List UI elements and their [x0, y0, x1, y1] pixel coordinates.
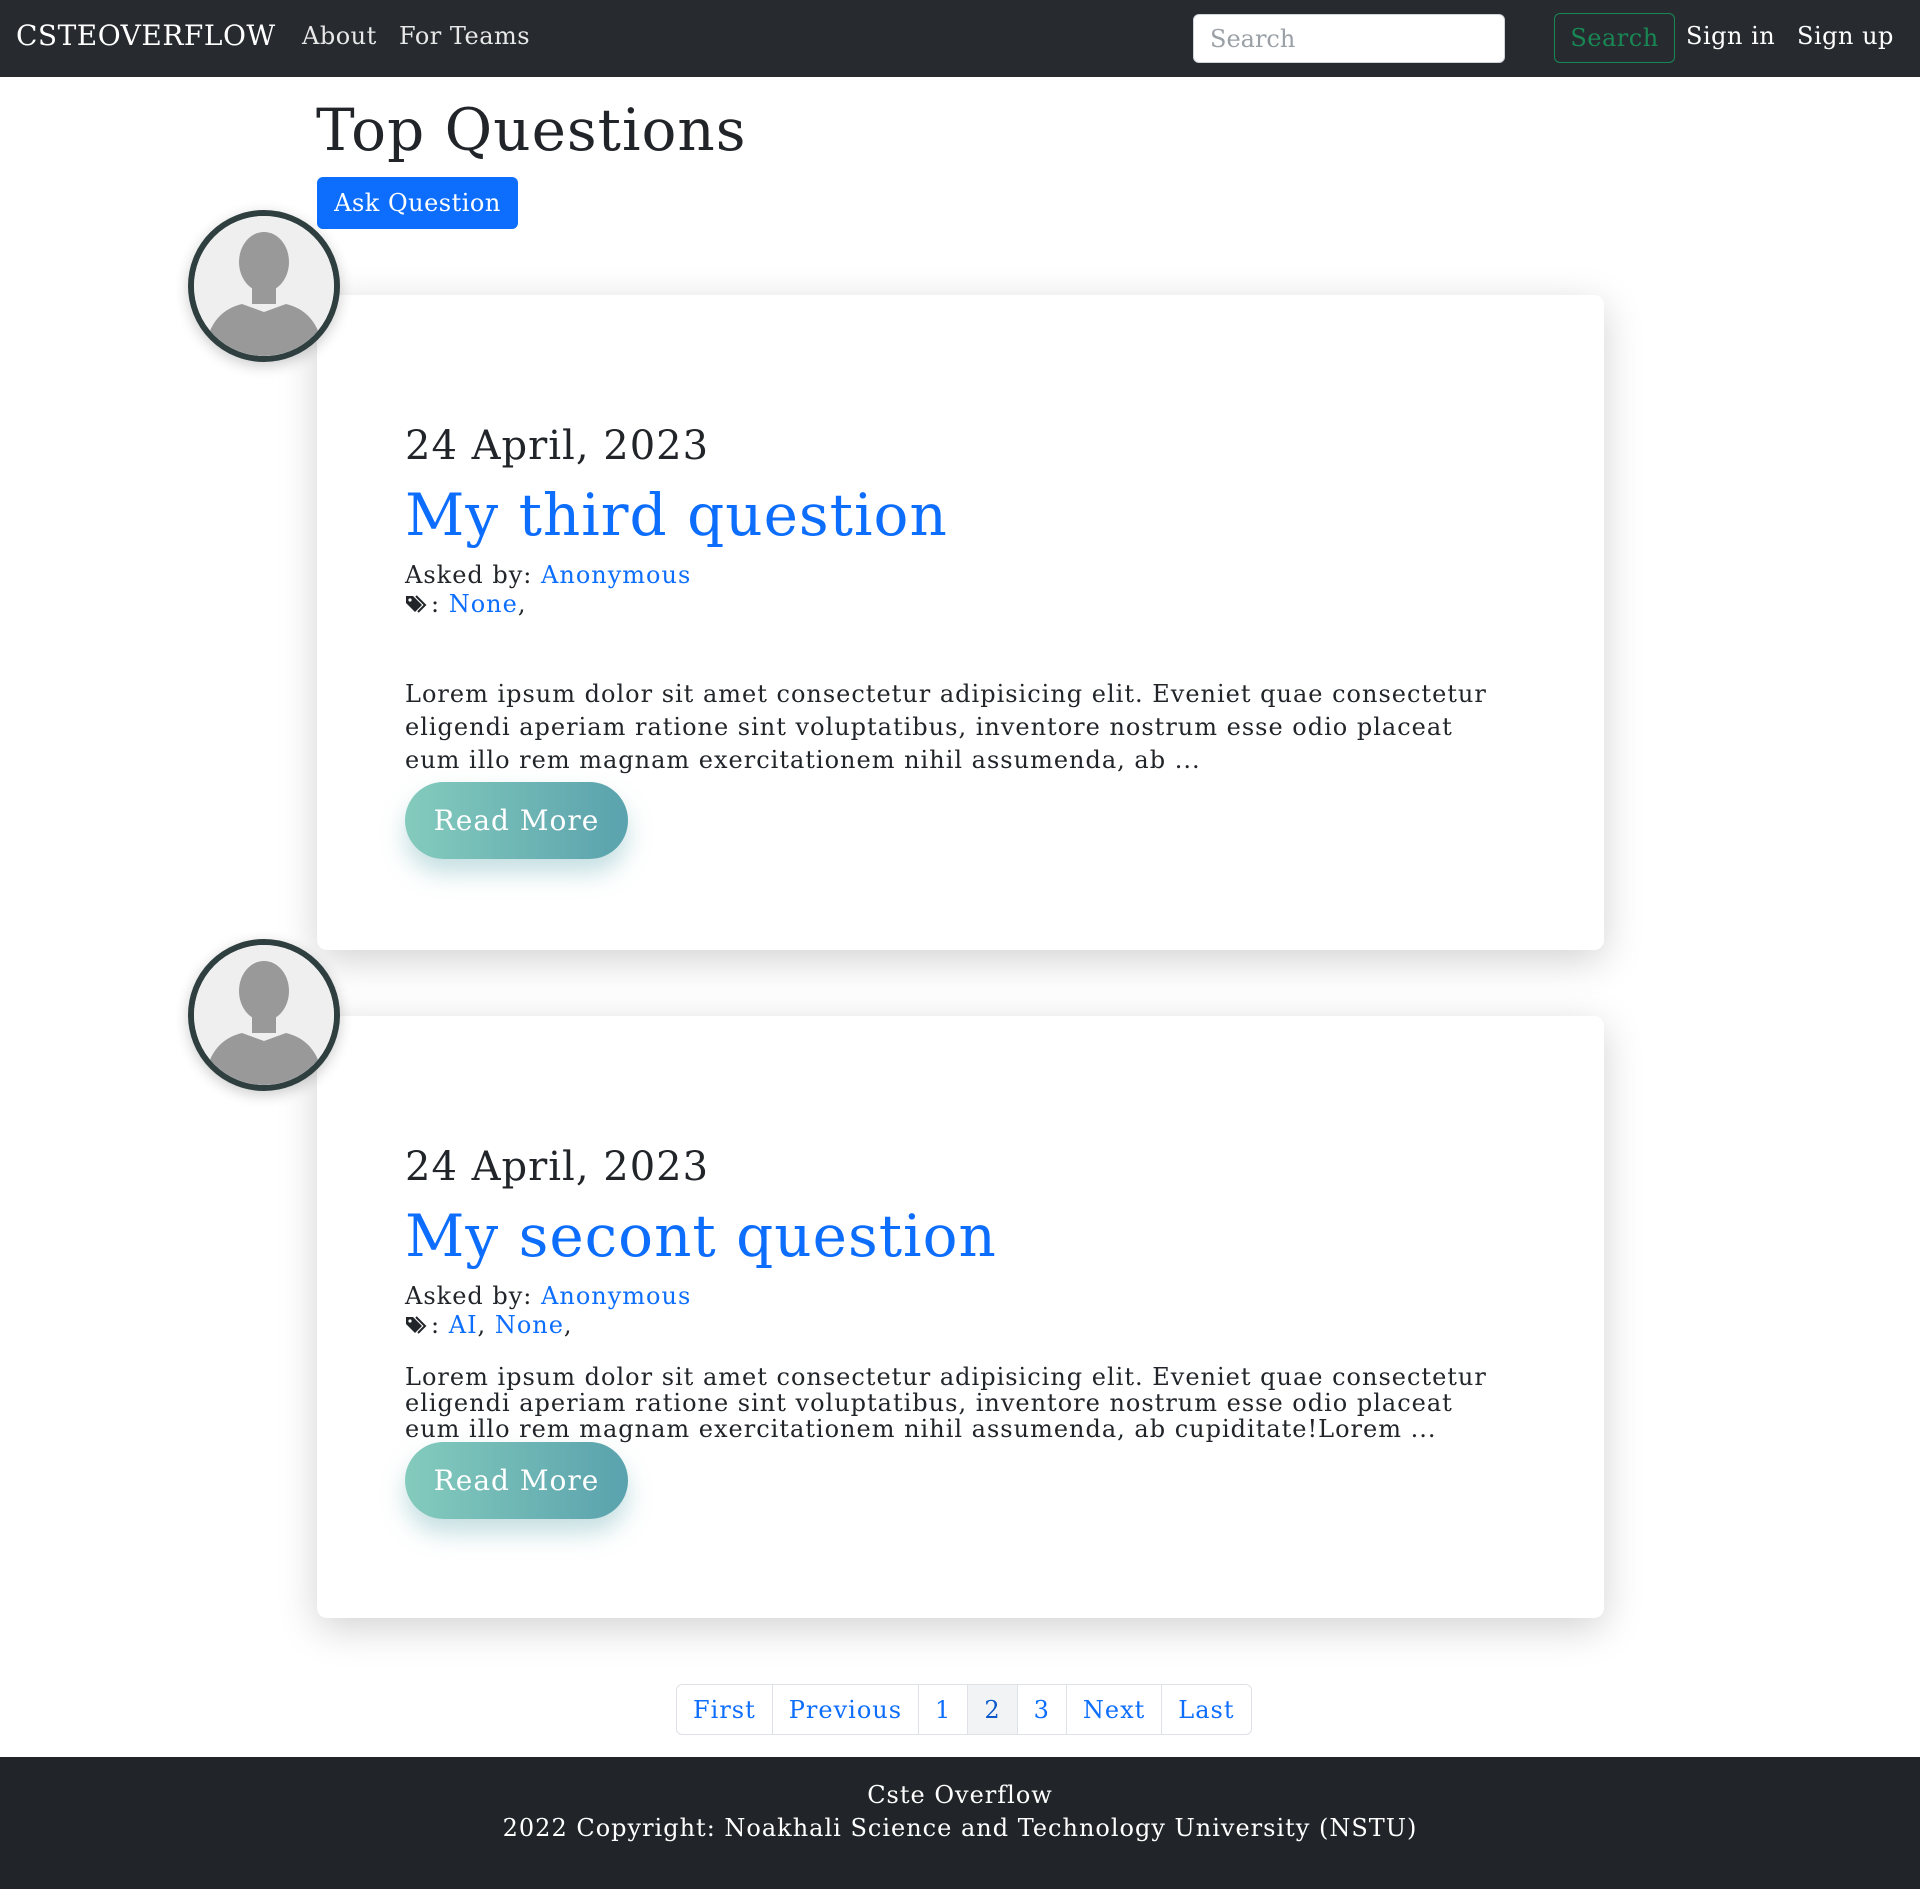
search-input[interactable] [1193, 14, 1505, 63]
user-silhouette-icon [194, 945, 334, 1085]
tag-link[interactable]: None [495, 1311, 564, 1339]
sign-up-link[interactable]: Sign up [1797, 22, 1894, 50]
author-link[interactable]: Anonymous [541, 1282, 691, 1310]
footer-copyright: 2022 Copyright: Noakhali Science and Tec… [502, 1814, 1418, 1842]
ask-question-button[interactable]: Ask Question [317, 177, 518, 229]
question-excerpt: Lorem ipsum dolor sit amet consectetur a… [405, 680, 1487, 774]
tags-line: : AI, None, [405, 1311, 573, 1339]
tag-link[interactable]: AI [449, 1311, 478, 1339]
nav-teams-link[interactable]: For Teams [399, 22, 530, 50]
tags-line: : None, [405, 590, 526, 618]
user-avatar [188, 939, 340, 1091]
brand-logo[interactable]: CSTEOVERFLOW [16, 19, 276, 52]
question-card: 24 April, 2023 My third question Asked b… [317, 295, 1604, 950]
page-first-link[interactable]: First [676, 1684, 773, 1735]
asked-by-label: Asked by: [405, 1282, 533, 1310]
question-card: 24 April, 2023 My secont question Asked … [317, 1016, 1604, 1618]
page-previous-link[interactable]: Previous [771, 1684, 920, 1735]
question-excerpt: Lorem ipsum dolor sit amet consectetur a… [405, 1363, 1487, 1443]
top-navbar: CSTEOVERFLOW About For Teams Search Sign… [0, 0, 1920, 77]
tags-prefix: : [431, 590, 441, 618]
tags-icon [406, 1316, 427, 1334]
footer-site-name: Cste Overflow [867, 1781, 1053, 1809]
search-button[interactable]: Search [1554, 13, 1675, 63]
user-avatar [188, 210, 340, 362]
tags-icon [406, 595, 427, 613]
read-more-button[interactable]: Read More [405, 782, 628, 859]
tags-prefix: : [431, 1311, 441, 1339]
nav-about-link[interactable]: About [302, 22, 377, 50]
tag-link[interactable]: None [449, 590, 518, 618]
author-link[interactable]: Anonymous [541, 561, 691, 589]
question-date: 24 April, 2023 [405, 1144, 710, 1190]
asked-by-line: Asked by: Anonymous [405, 561, 691, 589]
page-next-link[interactable]: Next [1065, 1684, 1163, 1735]
asked-by-line: Asked by: Anonymous [405, 1282, 691, 1310]
question-title-link[interactable]: My secont question [405, 1202, 997, 1270]
question-date: 24 April, 2023 [405, 423, 710, 469]
asked-by-label: Asked by: [405, 561, 533, 589]
page-2-link[interactable]: 2 [967, 1684, 1018, 1735]
page-last-link[interactable]: Last [1161, 1684, 1252, 1735]
page-title: Top Questions [316, 96, 747, 164]
page-footer: Cste Overflow 2022 Copyright: Noakhali S… [0, 1757, 1920, 1889]
question-title-link[interactable]: My third question [405, 481, 948, 549]
pagination: First Previous 1 2 3 Next Last [676, 1684, 1252, 1735]
page-1-link[interactable]: 1 [918, 1684, 969, 1735]
read-more-button[interactable]: Read More [405, 1442, 628, 1519]
sign-in-link[interactable]: Sign in [1686, 22, 1775, 50]
user-silhouette-icon [194, 216, 334, 356]
page-3-link[interactable]: 3 [1016, 1684, 1067, 1735]
